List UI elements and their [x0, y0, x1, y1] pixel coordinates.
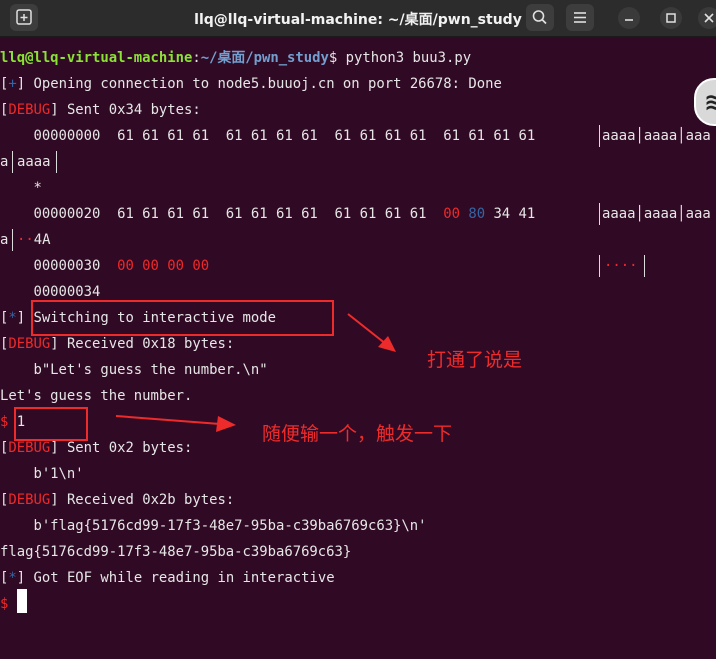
output-text: ··	[17, 232, 34, 248]
hamburger-menu-icon	[574, 12, 586, 23]
debug-tag: DEBUG	[8, 102, 51, 118]
search-icon	[532, 10, 547, 25]
bracket: ]	[16, 76, 26, 92]
close-icon	[704, 13, 714, 23]
hexdump-row: 00000030 00 00 00 00	[0, 253, 209, 279]
final-prompt: $	[0, 591, 8, 617]
output-text: Got EOF while reading in interactive	[25, 570, 335, 586]
hexdump-ascii: aaaa│aaaa│aaa	[602, 206, 711, 222]
debug-tag: DEBUG	[8, 492, 51, 508]
minimize-button[interactable]	[618, 7, 640, 29]
debug-tag: DEBUG	[8, 336, 51, 352]
output-text: a	[0, 232, 9, 248]
output-line: [DEBUG] Received 0x2b bytes:	[0, 487, 234, 513]
output-text: a	[0, 154, 9, 170]
hexdump-separator	[599, 125, 600, 147]
bracket: ]	[50, 440, 59, 456]
hexdump-wrap-ascii: ··4A	[17, 227, 50, 253]
output-text: Opening connection to node5.buuoj.cn on …	[25, 76, 502, 92]
annotation-text-2: 随便输一个，触发一下	[262, 423, 453, 445]
output-text: 4A	[33, 232, 51, 248]
close-button[interactable]	[698, 7, 716, 29]
output-text: Received 0x2b bytes:	[58, 492, 235, 508]
annotation-arrow-2	[115, 415, 236, 432]
hexdump-wrap: a	[0, 227, 8, 253]
status-star: *	[8, 310, 17, 326]
hexdump-row: 00000020 61 61 61 61 61 61 61 61 61 61 6…	[0, 201, 535, 227]
search-button[interactable]	[526, 4, 554, 31]
hexdump-wrap: a	[0, 149, 8, 175]
hexdump-separator	[56, 151, 57, 173]
annotation-box-switching	[31, 300, 334, 336]
prompt-line: llq@llq-virtual-machine:~/桌面/pwn_study$ …	[0, 45, 471, 71]
maximize-icon	[666, 13, 676, 23]
hexdump-separator	[12, 151, 13, 173]
maximize-button[interactable]	[660, 7, 682, 29]
output-text: 00000030	[0, 258, 118, 274]
output-text: Received 0x18 bytes:	[58, 336, 235, 352]
hexdump-row: 00000000 61 61 61 61 61 61 61 61 61 61 6…	[0, 128, 536, 144]
hex-byte-special: 80	[468, 206, 486, 222]
prompt-path: ~/桌面/pwn_study	[200, 50, 329, 66]
interactive-prompt: $	[0, 596, 9, 612]
status-plus: +	[8, 76, 17, 92]
output-text: Sent 0x2 bytes:	[58, 440, 193, 456]
bracket: ]	[50, 102, 59, 118]
prompt-user-host: llq@llq-virtual-machine	[0, 50, 193, 66]
bracket: ]	[50, 336, 59, 352]
output-text: 00000020 61 61 61 61 61 61 61 61 61 61 6…	[0, 206, 444, 222]
output-line: b"Let's guess the number.\n"	[0, 362, 268, 378]
bracket: ]	[16, 310, 26, 326]
window-title: llq@llq-virtual-machine: ~/桌面/pwn_study	[194, 12, 522, 28]
hexdump-separator	[599, 203, 600, 225]
output-line: b'flag{5176cd99-17f3-48e7-95ba-c39ba6769…	[0, 518, 427, 534]
hexdump-star: *	[0, 180, 42, 196]
status-star: *	[8, 570, 17, 586]
output-line: [DEBUG] Sent 0x34 bytes:	[0, 97, 201, 123]
hexdump-ascii: ····	[604, 258, 638, 274]
output-text: Sent 0x34 bytes:	[58, 102, 201, 118]
bracket: ]	[16, 570, 26, 586]
annotation-arrow-1	[347, 313, 396, 352]
debug-tag: DEBUG	[8, 440, 51, 456]
output-line: [+] Opening connection to node5.buuoj.cn…	[0, 71, 502, 97]
hexdump-separator	[644, 255, 645, 277]
output-line: b'1\n'	[0, 466, 84, 482]
bracket: ]	[50, 492, 59, 508]
output-line: Let's guess the number.	[0, 388, 193, 404]
annotation-text-1: 打通了说是	[427, 349, 523, 371]
terminal-cursor	[17, 589, 27, 613]
hexdump-ascii: aaaa│aaaa│aaa	[602, 128, 711, 144]
hex-bytes-null: 00 00 00 00	[117, 258, 210, 274]
output-text: 34 41	[485, 206, 536, 222]
menu-button[interactable]	[566, 4, 594, 31]
hexdump-separator	[599, 255, 600, 277]
flag-output: flag{5176cd99-17f3-48e7-95ba-c39ba6769c6…	[0, 544, 352, 560]
title-bar: llq@llq-virtual-machine: ~/桌面/pwn_study	[0, 0, 716, 37]
prompt-symbol: $	[328, 50, 338, 66]
output-line: [*] Got EOF while reading in interactive	[0, 565, 335, 591]
annotation-box-input	[14, 407, 88, 441]
minimize-icon	[625, 19, 633, 21]
hexdump-wrap-ascii: aaaa	[17, 154, 51, 170]
prompt-command: python3 buu3.py	[337, 50, 472, 66]
hex-byte-null: 00	[443, 206, 460, 222]
hexdump-separator	[12, 229, 13, 251]
prompt-colon: :	[192, 50, 201, 66]
